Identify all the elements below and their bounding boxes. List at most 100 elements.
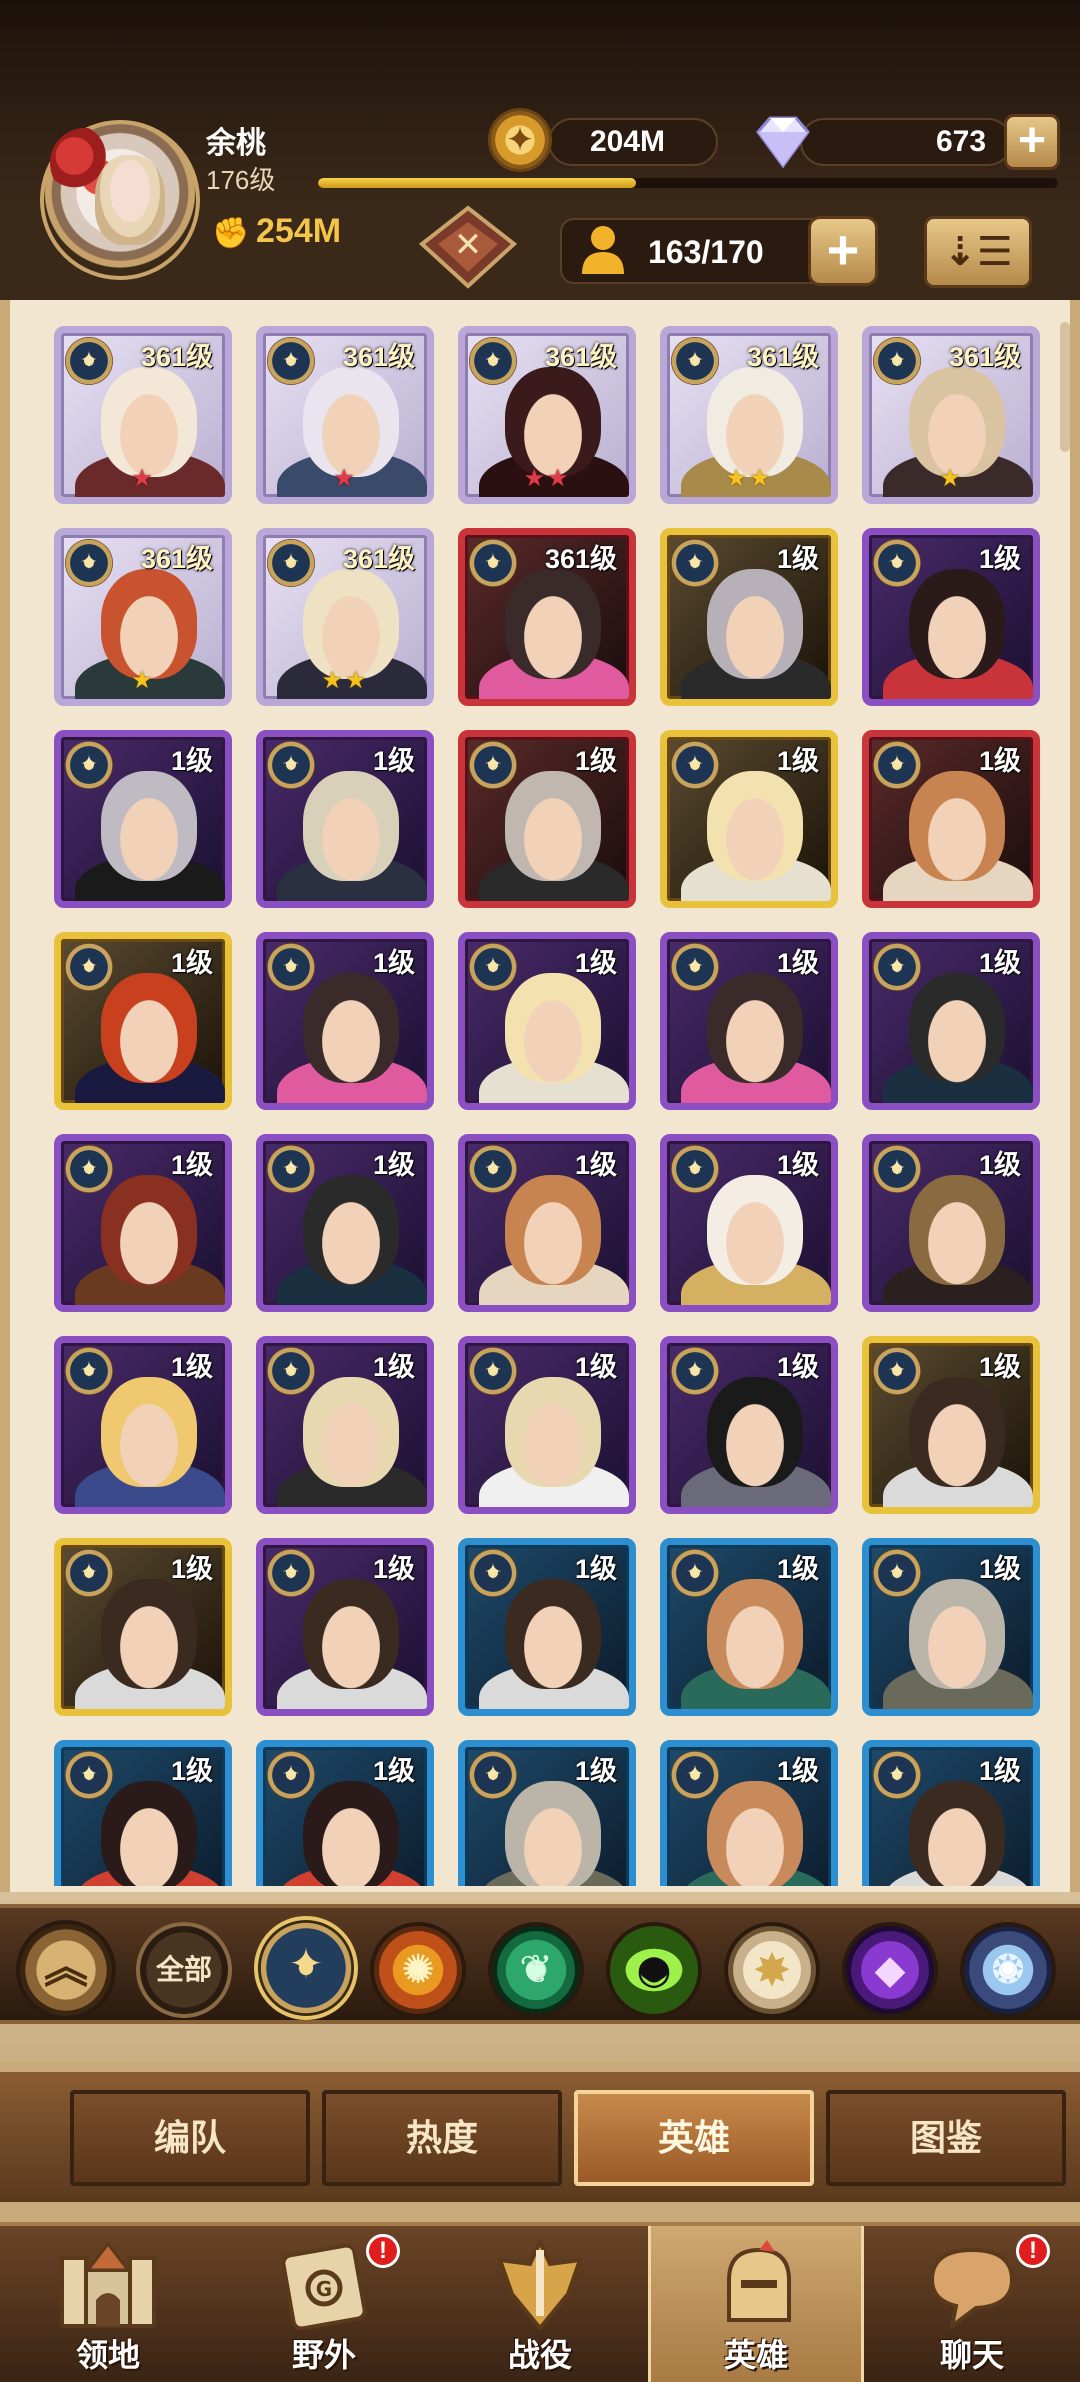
crossed-swords-emblem-icon[interactable]: ✕	[414, 204, 522, 290]
hero-card[interactable]: ✦ 361级 ★	[862, 326, 1040, 504]
hero-level: 1级	[574, 746, 617, 776]
hero-portrait	[707, 1579, 803, 1689]
faction-badge-icon: ✦	[469, 337, 517, 385]
hero-card[interactable]: ✦ 361级 ★	[54, 326, 232, 504]
faction-badge-icon: ✦	[671, 1347, 719, 1395]
hero-level: 1级	[978, 1554, 1021, 1584]
filter-wilder-icon[interactable]: ❦	[488, 1922, 584, 2018]
hero-grid-viewport[interactable]: ✦ 361级 ★ ✦ 361级 ★ ✦ 361级 ★★ ✦ 361级 ★★ ✦ 361级 ★ ✦ 361级 ★ ✦ 3…	[54, 326, 1046, 1886]
tab-heroes[interactable]: 英雄	[574, 2090, 814, 2186]
hero-card[interactable]: ✦ 1级	[458, 730, 636, 908]
nav-item-heroes[interactable]: 英雄	[648, 2226, 864, 2382]
hero-level: 361级	[544, 544, 617, 574]
hero-card[interactable]: ✦ 1级	[256, 1336, 434, 1514]
hero-card[interactable]: ✦ 1级	[862, 932, 1040, 1110]
hero-portrait	[909, 973, 1005, 1083]
filter-celestial-icon[interactable]: ✸	[724, 1922, 820, 2018]
tab-collection[interactable]: 图鉴	[826, 2090, 1066, 2186]
faction-badge-icon: ✦	[469, 1347, 517, 1395]
hero-card[interactable]: ✦ 1级	[458, 1740, 636, 1886]
hero-card[interactable]: ✦ 361级 ★★	[458, 326, 636, 504]
expand-capacity-button[interactable]: +	[808, 216, 878, 286]
hero-card[interactable]: ✦ 1级	[54, 1336, 232, 1514]
hero-card[interactable]: ✦ 1级	[256, 1740, 434, 1886]
hero-card[interactable]: ✦ 361级	[458, 528, 636, 706]
hero-card[interactable]: ✦ 361级 ★★	[660, 326, 838, 504]
faction-badge-icon: ✦	[267, 1145, 315, 1193]
filter-mauler-icon[interactable]: ✺	[370, 1922, 466, 2018]
nav-item-territory[interactable]: 领地	[0, 2226, 216, 2382]
tab-formation[interactable]: 编队	[70, 2090, 310, 2186]
faction-badge-icon: ✦	[469, 539, 517, 587]
hero-level: 1级	[170, 1554, 213, 1584]
hero-card[interactable]: ✦ 1级	[256, 730, 434, 908]
hero-level: 1级	[978, 1352, 1021, 1382]
hero-card[interactable]: ✦ 1级	[660, 1134, 838, 1312]
hero-portrait	[505, 771, 601, 881]
hero-card[interactable]: ✦ 1级	[54, 1538, 232, 1716]
faction-badge-icon: ✦	[267, 1347, 315, 1395]
hero-card[interactable]: ✦ 1级	[256, 932, 434, 1110]
hero-card[interactable]: ✦ 1级	[660, 932, 838, 1110]
hero-card[interactable]: ✦ 1级	[54, 932, 232, 1110]
hero-card[interactable]: ✦ 1级	[862, 1740, 1040, 1886]
hero-card[interactable]: ✦ 1级	[458, 932, 636, 1110]
hero-card[interactable]: ✦ 1级	[862, 730, 1040, 908]
hero-card[interactable]: ✦ 361级 ★★	[256, 528, 434, 706]
hero-card[interactable]: ✦ 1级	[458, 1134, 636, 1312]
hero-level: 1级	[776, 746, 819, 776]
diamond-icon	[756, 116, 810, 169]
tab-popularity[interactable]: 热度	[322, 2090, 562, 2186]
player-name: 余桃	[206, 127, 266, 160]
sort-button[interactable]: ⇣☰	[924, 216, 1032, 288]
hero-level: 361级	[746, 342, 819, 372]
hero-card[interactable]: ✦ 1级	[862, 1336, 1040, 1514]
collapse-up-button[interactable]: ︽	[16, 1920, 116, 2020]
hero-card[interactable]: ✦ 1级	[660, 730, 838, 908]
hero-portrait	[303, 367, 399, 477]
hero-card[interactable]: ✦ 1级	[256, 1538, 434, 1716]
faction-badge-icon: ✦	[65, 1145, 113, 1193]
hero-stars: ★★	[725, 465, 773, 492]
avatar-portrait	[95, 155, 165, 245]
hero-level: 1级	[574, 948, 617, 978]
hero-card[interactable]: ✦ 1级	[54, 730, 232, 908]
hero-card[interactable]: ✦ 1级	[660, 1336, 838, 1514]
nav-label: 野外	[291, 2337, 356, 2373]
faction-badge-icon: ✦	[469, 1549, 517, 1597]
hero-card[interactable]: ✦ 1级	[458, 1336, 636, 1514]
hero-card[interactable]: ✦ 1级	[54, 1740, 232, 1886]
gem-value: 673	[936, 125, 987, 158]
exp-progress-bar	[318, 178, 1058, 188]
faction-filter-bar: ︽ 全部 ✦ ✺ ❦ ◉ ✸ ◆ ❂	[0, 1904, 1080, 2024]
hero-card[interactable]: ✦ 1级	[862, 1538, 1040, 1716]
nav-item-chat[interactable]: ! 聊天	[864, 2226, 1080, 2382]
hero-card[interactable]: ✦ 1级	[256, 1134, 434, 1312]
hero-card[interactable]: ✦ 1级	[660, 1740, 838, 1886]
filter-graveborn-icon[interactable]: ◉	[606, 1922, 702, 2018]
faction-badge-icon: ✦	[267, 1751, 315, 1799]
add-gems-button[interactable]: +	[1004, 114, 1060, 170]
hero-stars: ★	[131, 667, 155, 694]
hero-stars: ★	[131, 465, 155, 492]
faction-badge-icon: ✦	[267, 539, 315, 587]
hero-card[interactable]: ✦ 1级	[458, 1538, 636, 1716]
hero-card[interactable]: ✦ 361级 ★	[54, 528, 232, 706]
grid-scrollbar[interactable]	[1060, 322, 1070, 452]
hero-card[interactable]: ✦ 1级	[660, 528, 838, 706]
hero-portrait	[909, 367, 1005, 477]
nav-item-campaign[interactable]: 战役	[432, 2226, 648, 2382]
filter-dimensional-icon[interactable]: ❂	[960, 1922, 1056, 2018]
hero-card[interactable]: ✦ 1级	[660, 1538, 838, 1716]
faction-badge-icon: ✦	[873, 539, 921, 587]
filter-lightbearer-icon[interactable]: ✦	[254, 1916, 358, 2020]
hero-card[interactable]: ✦ 1级	[54, 1134, 232, 1312]
filter-hypogean-icon[interactable]: ◆	[842, 1922, 938, 2018]
nav-item-wilds[interactable]: G ! 野外	[216, 2226, 432, 2382]
hero-card[interactable]: ✦ 361级 ★	[256, 326, 434, 504]
hero-portrait	[909, 771, 1005, 881]
filter-all-button[interactable]: 全部	[136, 1922, 232, 2018]
hero-card[interactable]: ✦ 1级	[862, 1134, 1040, 1312]
scroll-map-icon: G	[281, 2243, 367, 2330]
hero-card[interactable]: ✦ 1级	[862, 528, 1040, 706]
